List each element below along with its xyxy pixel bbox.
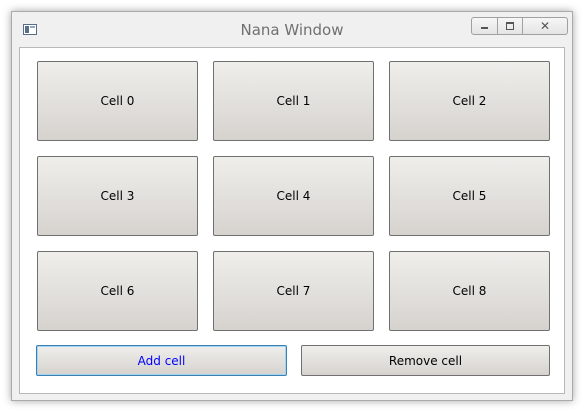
- add-cell-button[interactable]: Add cell: [36, 345, 287, 376]
- cell-4-button[interactable]: Cell 4: [213, 156, 374, 236]
- cell-6-button[interactable]: Cell 6: [37, 251, 198, 331]
- remove-cell-button[interactable]: Remove cell: [301, 345, 550, 376]
- minimize-button[interactable]: [471, 17, 498, 35]
- maximize-button[interactable]: [497, 17, 523, 35]
- cell-8-button[interactable]: Cell 8: [389, 251, 550, 331]
- cell-3-button[interactable]: Cell 3: [37, 156, 198, 236]
- cell-5-button[interactable]: Cell 5: [389, 156, 550, 236]
- client-area: Cell 0 Cell 1 Cell 2 Cell 3 Cell 4 Cell …: [19, 47, 565, 394]
- title-bar[interactable]: Nana Window ✕: [12, 12, 572, 48]
- cell-2-button[interactable]: Cell 2: [389, 61, 550, 141]
- minimize-icon: [481, 26, 488, 29]
- close-button[interactable]: ✕: [522, 17, 568, 35]
- close-icon: ✕: [539, 19, 551, 33]
- main-window: Nana Window ✕ Cell 0 Cell 1 Cell 2 Cell …: [11, 11, 573, 401]
- cell-1-button[interactable]: Cell 1: [213, 61, 374, 141]
- window-controls: ✕: [471, 17, 568, 35]
- cell-0-button[interactable]: Cell 0: [37, 61, 198, 141]
- cell-7-button[interactable]: Cell 7: [213, 251, 374, 331]
- maximize-icon: [506, 22, 514, 30]
